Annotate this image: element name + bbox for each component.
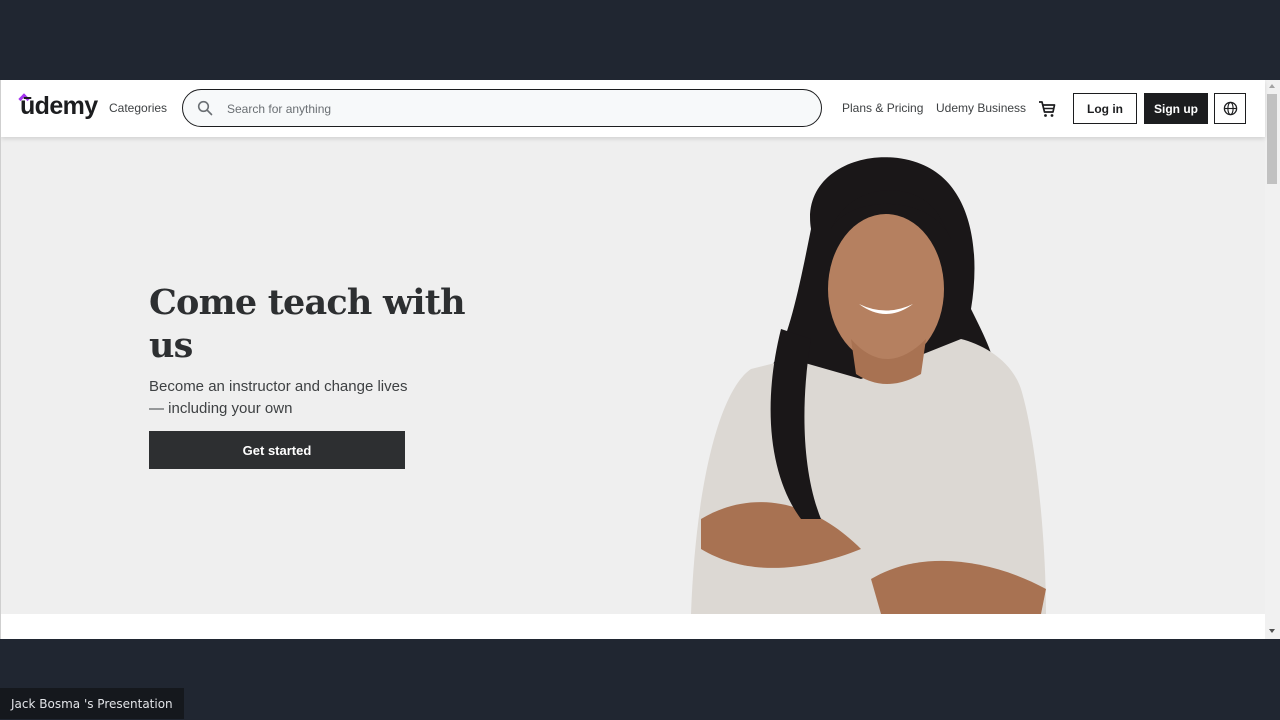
search-bar[interactable] [182, 89, 822, 128]
scrollbar-thumb[interactable] [1267, 94, 1277, 184]
presentation-label: Jack Bosma 's Presentation [0, 688, 184, 719]
login-button[interactable]: Log in [1073, 93, 1137, 124]
language-button[interactable] [1214, 93, 1246, 124]
udemy-logo[interactable]: ūdemy [20, 92, 98, 121]
hero-subtitle: Become an instructor and change lives — … [149, 378, 408, 417]
globe-icon [1223, 101, 1237, 116]
search-icon[interactable] [197, 100, 213, 116]
plans-pricing-link[interactable]: Plans & Pricing [842, 101, 923, 115]
site-header: ūdemy Categories Plans & Pricing Udemy B… [1, 80, 1265, 137]
get-started-button[interactable]: Get started [149, 431, 405, 469]
scroll-down-arrow-icon[interactable] [1269, 629, 1275, 633]
page-below-fold [1, 614, 1265, 639]
signup-button[interactable]: Sign up [1144, 93, 1208, 124]
vertical-scrollbar[interactable] [1265, 80, 1280, 639]
instructor-photo [691, 157, 1046, 614]
categories-link[interactable]: Categories [109, 101, 167, 115]
scroll-up-arrow-icon[interactable] [1269, 84, 1275, 88]
cart-icon[interactable] [1037, 99, 1057, 119]
hero-section: Come teach with us Become an instructor … [1, 137, 1265, 614]
udemy-business-link[interactable]: Udemy Business [936, 101, 1026, 115]
hero-title: Come teach with us [149, 282, 466, 366]
browser-viewport: ūdemy Categories Plans & Pricing Udemy B… [0, 80, 1280, 639]
search-input[interactable] [225, 90, 809, 128]
